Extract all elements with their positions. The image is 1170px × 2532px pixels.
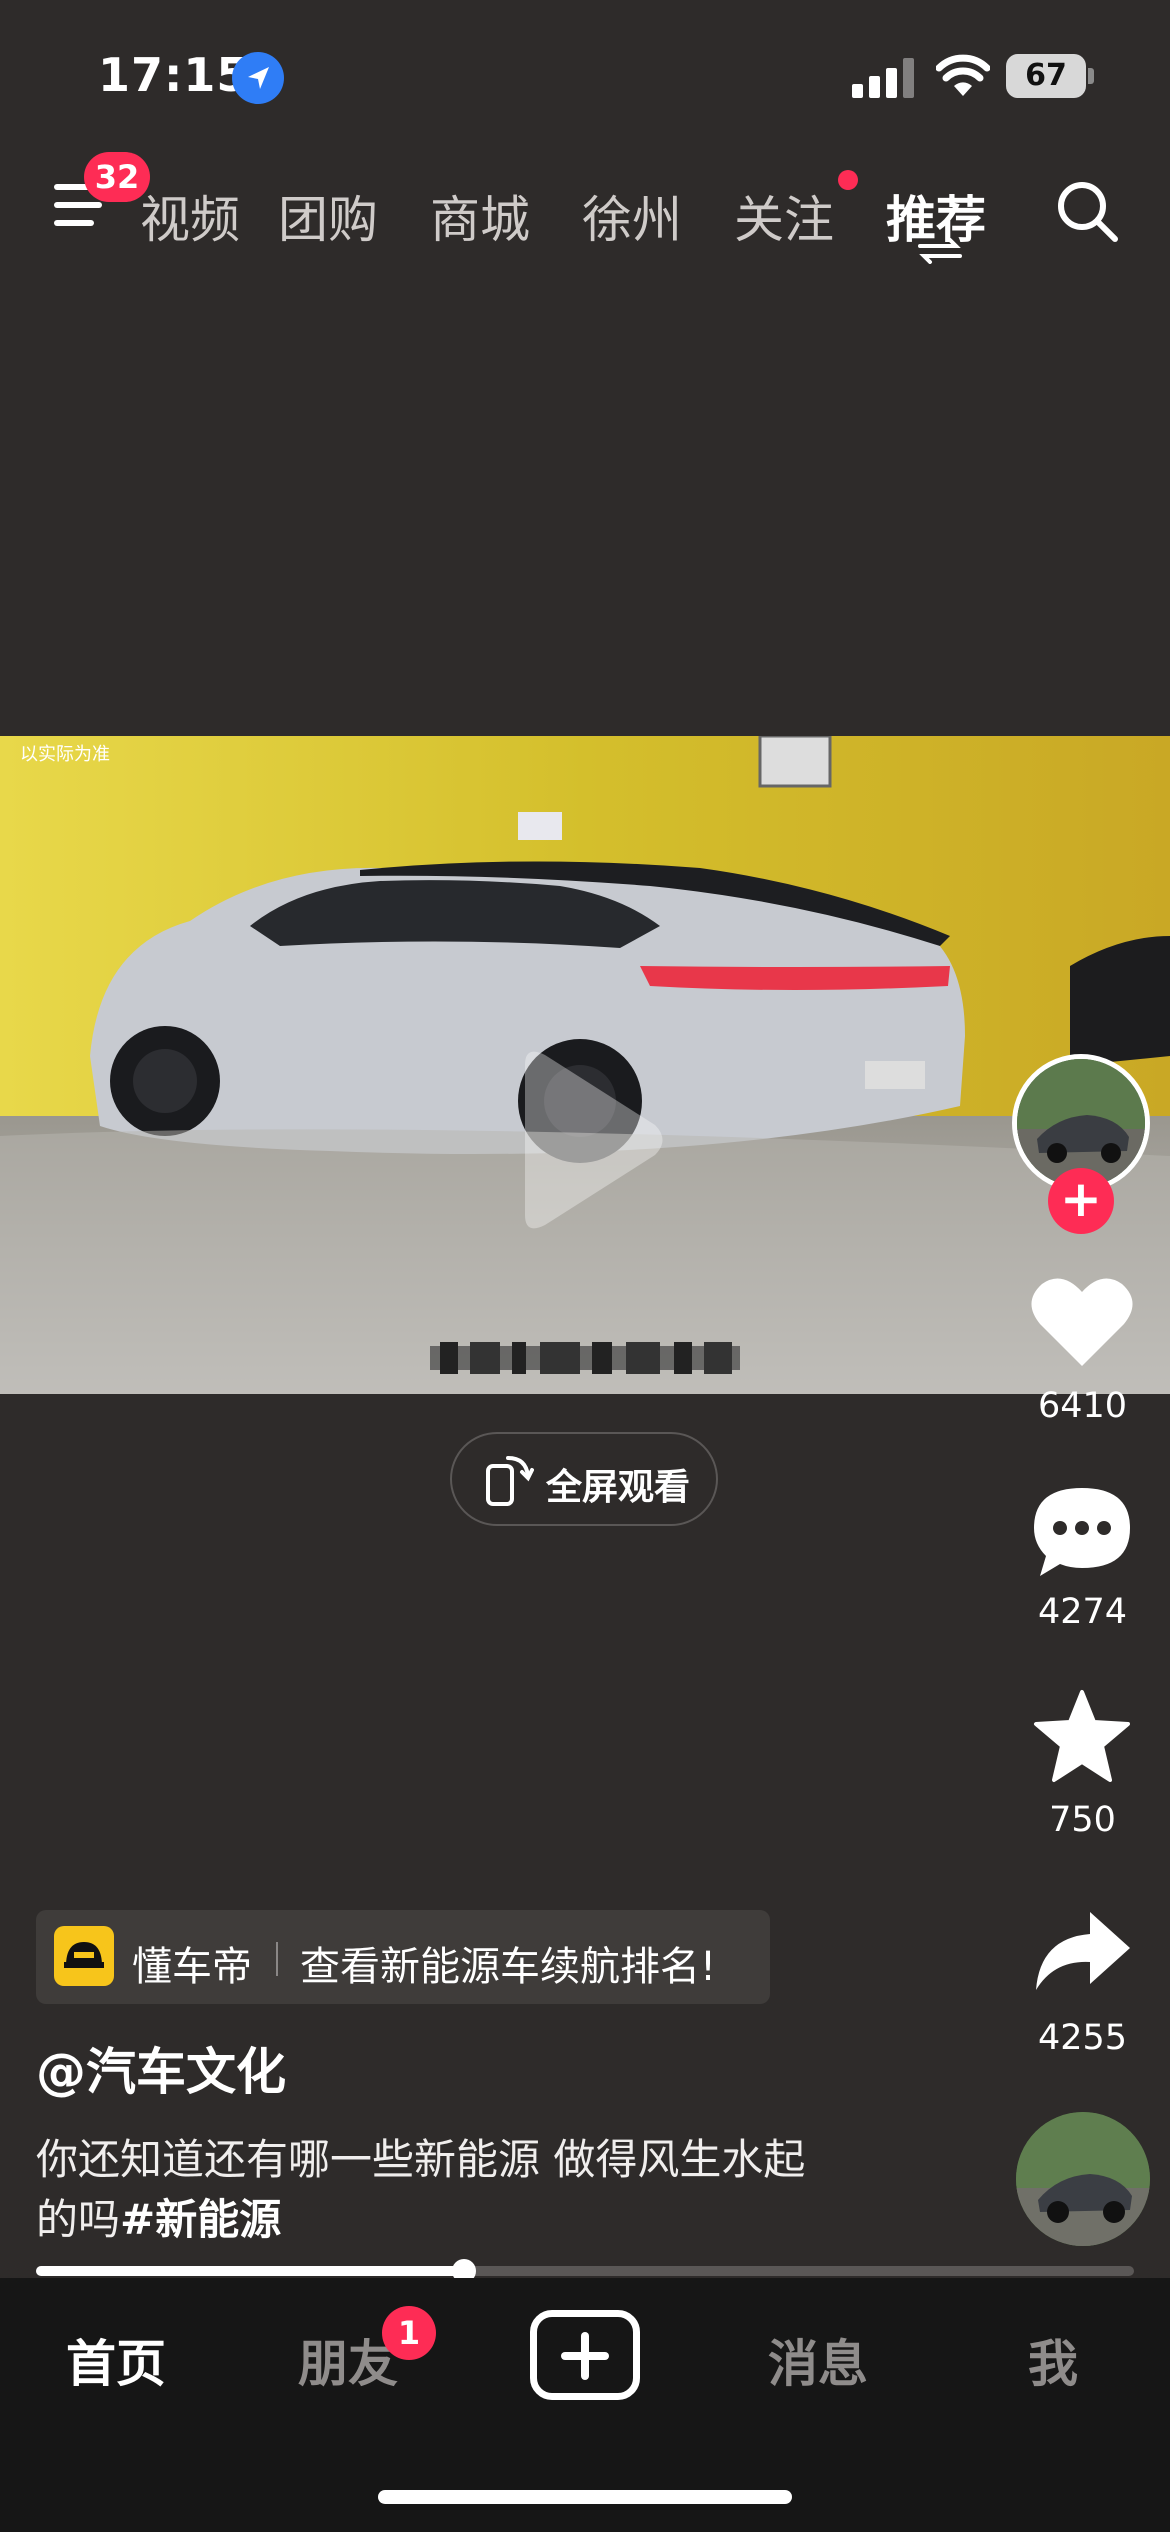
location-arrow-icon bbox=[232, 52, 284, 104]
bottom-tab-messages[interactable]: 消息 bbox=[768, 2324, 868, 2396]
subtitle-redacted bbox=[430, 1340, 740, 1376]
friends-badge: 1 bbox=[382, 2306, 436, 2360]
battery-tip bbox=[1088, 68, 1094, 84]
rotate-phone-icon bbox=[486, 1456, 534, 1506]
play-icon[interactable] bbox=[505, 1045, 670, 1235]
favorite-star-icon[interactable] bbox=[1030, 1688, 1134, 1784]
fullscreen-label: 全屏观看 bbox=[546, 1467, 691, 1508]
switch-arrows-icon bbox=[918, 238, 962, 264]
tab-group-buy[interactable]: 团购 bbox=[278, 180, 378, 252]
cellular-signal-icon bbox=[852, 58, 914, 98]
caption-text: 的吗 bbox=[36, 2195, 121, 2244]
video-watermark-text: 以实际为准 bbox=[20, 744, 110, 765]
caption-line-2: 的吗#新能源 bbox=[36, 2186, 281, 2247]
bottom-tab-me[interactable]: 我 bbox=[1028, 2324, 1078, 2396]
share-arrow-icon[interactable] bbox=[1030, 1904, 1134, 2000]
comment-icon[interactable] bbox=[1030, 1484, 1134, 1580]
create-plus-button[interactable] bbox=[530, 2310, 640, 2400]
dongchedi-logo-icon bbox=[54, 1926, 114, 1986]
search-icon[interactable] bbox=[1054, 178, 1120, 244]
tab-following[interactable]: 关注 bbox=[734, 180, 834, 252]
bottom-tab-home[interactable]: 首页 bbox=[66, 2324, 166, 2396]
share-count: 4255 bbox=[1037, 2018, 1128, 2058]
caption-line-1: 你还知道还有哪一些新能源 做得风生水起 bbox=[36, 2135, 806, 2184]
ad-text: 查看新能源车续航排名! bbox=[300, 1944, 717, 1990]
like-count: 6410 bbox=[1037, 1386, 1128, 1426]
like-heart-icon[interactable] bbox=[1030, 1274, 1134, 1370]
hashtag-link[interactable]: #新能源 bbox=[120, 2195, 281, 2244]
tab-xuzhou[interactable]: 徐州 bbox=[582, 180, 682, 252]
tab-mall[interactable]: 商城 bbox=[430, 180, 530, 252]
progress-fill bbox=[36, 2266, 465, 2276]
music-disc[interactable] bbox=[1016, 2112, 1150, 2246]
wifi-icon bbox=[935, 52, 991, 98]
author-username[interactable]: @汽车文化 bbox=[36, 2032, 286, 2104]
battery-level: 67 bbox=[1006, 54, 1086, 98]
home-indicator bbox=[378, 2490, 792, 2504]
status-time: 17:15 bbox=[98, 48, 250, 102]
following-notification-dot bbox=[838, 170, 858, 190]
favorite-count: 750 bbox=[1049, 1800, 1116, 1840]
follow-plus-button[interactable]: + bbox=[1048, 1168, 1114, 1234]
ad-brand-name: 懂车帝 bbox=[132, 1944, 252, 1990]
tab-video[interactable]: 视频 bbox=[140, 180, 240, 252]
ad-divider bbox=[276, 1942, 278, 1976]
comment-count: 4274 bbox=[1037, 1592, 1128, 1632]
